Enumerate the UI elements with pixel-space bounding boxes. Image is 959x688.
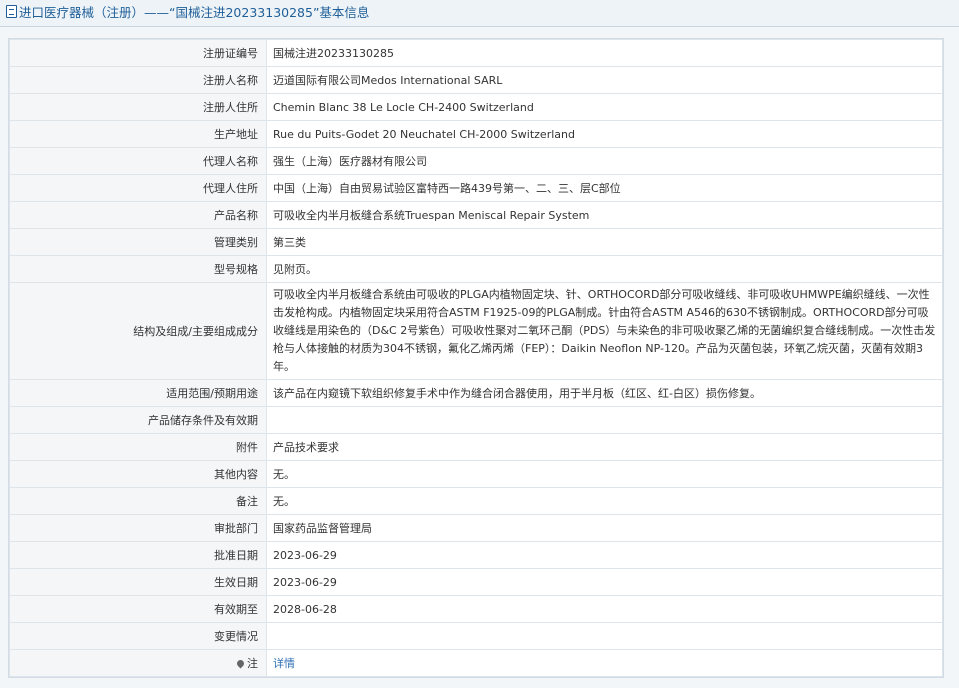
page-header: 进口医疗器械（注册）——“国械注进20233130285”基本信息 [0,0,959,27]
field-value: 可吸收全内半月板缝合系统由可吸收的PLGA内植物固定块、针、ORTHOCORD部… [266,282,943,380]
field-value: 2028-06-28 [266,595,943,623]
document-icon [6,5,17,18]
field-value: 强生（上海）医疗器材有限公司 [266,147,943,175]
field-value [266,406,943,434]
table-row: 代理人名称 强生（上海）医疗器材有限公司 [9,147,943,175]
field-label: 其他内容 [9,460,267,488]
field-value: 2023-06-29 [266,541,943,569]
table-row-note: 注 详情 [9,649,943,677]
table-row: 审批部门 国家药品监督管理局 [9,514,943,542]
field-label: 注册人住所 [9,93,267,121]
table-row: 结构及组成/主要组成成分 可吸收全内半月板缝合系统由可吸收的PLGA内植物固定块… [9,282,943,380]
field-value: 无。 [266,460,943,488]
table-row: 附件 产品技术要求 [9,433,943,461]
field-value: 见附页。 [266,255,943,283]
field-value: 中国（上海）自由贸易试验区富特西一路439号第一、二、三、层C部位 [266,174,943,202]
field-value: 可吸收全内半月板缝合系统Truespan Meniscal Repair Sys… [266,201,943,229]
info-table-container: 注册证编号 国械注进20233130285 注册人名称 迈道国际有限公司Medo… [8,38,944,678]
table-row: 有效期至 2028-06-28 [9,595,943,623]
page-title: 进口医疗器械（注册）——“国械注进20233130285”基本信息 [19,5,370,20]
field-label: 适用范围/预期用途 [9,379,267,407]
field-value: 无。 [266,487,943,515]
table-row: 生产地址 Rue du Puits-Godet 20 Neuchatel CH-… [9,120,943,148]
field-label: 结构及组成/主要组成成分 [9,282,267,380]
field-label: 管理类别 [9,228,267,256]
table-row: 备注 无。 [9,487,943,515]
field-label: 生效日期 [9,568,267,596]
table-row: 型号规格 见附页。 [9,255,943,283]
field-value: 国械注进20233130285 [266,39,943,67]
field-value: 迈道国际有限公司Medos International SARL [266,66,943,94]
field-label: 批准日期 [9,541,267,569]
field-label: 代理人名称 [9,147,267,175]
table-row: 批准日期 2023-06-29 [9,541,943,569]
table-row: 注册人名称 迈道国际有限公司Medos International SARL [9,66,943,94]
details-link[interactable]: 详情 [273,657,295,670]
field-label: 产品储存条件及有效期 [9,406,267,434]
table-row: 产品名称 可吸收全内半月板缝合系统Truespan Meniscal Repai… [9,201,943,229]
table-row: 适用范围/预期用途 该产品在内窥镜下软组织修复手术中作为缝合闭合器使用，用于半月… [9,379,943,407]
field-value: 2023-06-29 [266,568,943,596]
field-value: 国家药品监督管理局 [266,514,943,542]
field-label: 注册人名称 [9,66,267,94]
field-label: 审批部门 [9,514,267,542]
field-label: 产品名称 [9,201,267,229]
table-row: 管理类别 第三类 [9,228,943,256]
field-value [266,622,943,650]
field-label: 变更情况 [9,622,267,650]
field-value: 该产品在内窥镜下软组织修复手术中作为缝合闭合器使用，用于半月板（红区、红-白区）… [266,379,943,407]
field-value: 产品技术要求 [266,433,943,461]
note-label-cell: 注 [9,649,267,677]
note-label: 注 [247,656,258,670]
table-row: 生效日期 2023-06-29 [9,568,943,596]
field-value: Chemin Blanc 38 Le Locle CH-2400 Switzer… [266,93,943,121]
note-value-cell: 详情 [266,649,943,677]
field-label: 代理人住所 [9,174,267,202]
table-row: 注册证编号 国械注进20233130285 [9,39,943,67]
table-row: 变更情况 [9,622,943,650]
field-label: 型号规格 [9,255,267,283]
table-row: 其他内容 无。 [9,460,943,488]
field-value: Rue du Puits-Godet 20 Neuchatel CH-2000 … [266,120,943,148]
field-label: 备注 [9,487,267,515]
field-label: 附件 [9,433,267,461]
field-value: 第三类 [266,228,943,256]
table-row: 注册人住所 Chemin Blanc 38 Le Locle CH-2400 S… [9,93,943,121]
table-row: 代理人住所 中国（上海）自由贸易试验区富特西一路439号第一、二、三、层C部位 [9,174,943,202]
info-table: 注册证编号 国械注进20233130285 注册人名称 迈道国际有限公司Medo… [9,39,943,677]
field-label: 生产地址 [9,120,267,148]
pin-icon [235,658,246,668]
field-label: 注册证编号 [9,39,267,67]
field-label: 有效期至 [9,595,267,623]
table-row: 产品储存条件及有效期 [9,406,943,434]
